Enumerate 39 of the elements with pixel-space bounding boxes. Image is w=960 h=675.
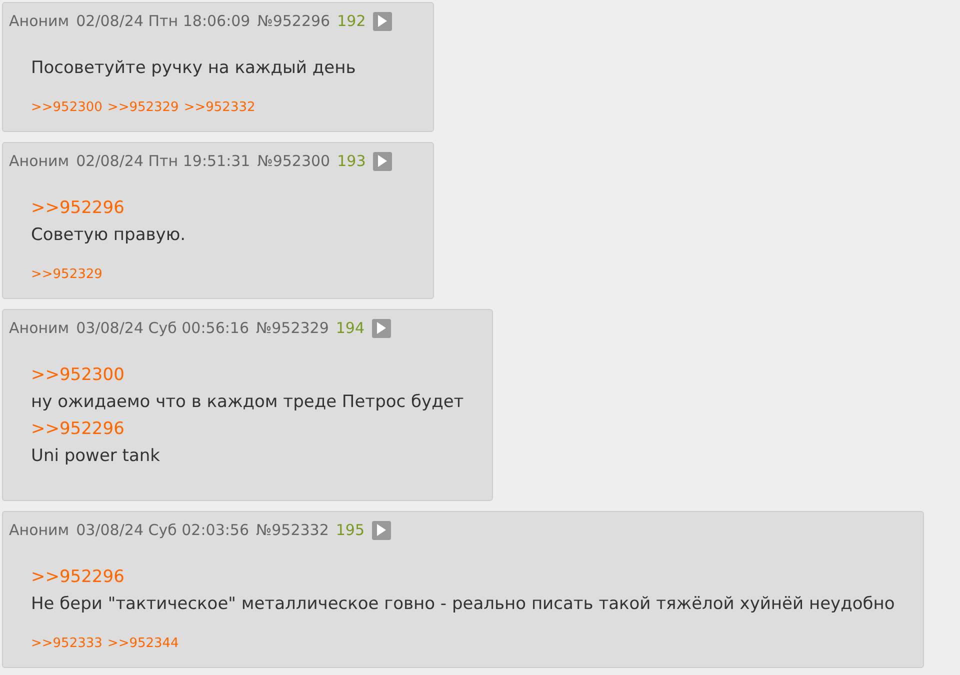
post-author: Аноним bbox=[9, 152, 70, 170]
post-number[interactable]: №952300 bbox=[257, 152, 330, 170]
post-date: 02/08/24 Птн 19:51:31 bbox=[76, 152, 250, 170]
post-author: Аноним bbox=[9, 521, 70, 539]
play-button[interactable] bbox=[372, 152, 392, 170]
post-date: 03/08/24 Суб 00:56:16 bbox=[76, 319, 249, 337]
reply-link[interactable]: >>952296 bbox=[31, 567, 124, 587]
play-icon bbox=[377, 155, 388, 167]
post-author: Аноним bbox=[9, 12, 70, 30]
play-icon bbox=[376, 322, 386, 334]
post-text: ну ожидаемо что в каждом треде Петрос будет bbox=[31, 392, 464, 412]
post-ordinal: 193 bbox=[337, 152, 366, 170]
post-text: Посоветуйте ручку на каждый день bbox=[31, 58, 356, 78]
reply-link[interactable]: >>952296 bbox=[31, 419, 124, 439]
reply-link[interactable]: >>952296 bbox=[31, 198, 124, 218]
post-author: Аноним bbox=[9, 319, 70, 337]
play-button[interactable] bbox=[372, 520, 391, 540]
backlink[interactable]: >>952333 bbox=[31, 636, 102, 651]
backlink[interactable]: >>952300 bbox=[31, 100, 102, 115]
backlink[interactable]: >>952332 bbox=[184, 100, 256, 115]
play-button[interactable] bbox=[372, 318, 391, 338]
post-ordinal: 195 bbox=[336, 521, 365, 539]
backlink[interactable]: >>952329 bbox=[31, 267, 102, 282]
post-number[interactable]: №952332 bbox=[256, 521, 329, 539]
post-ordinal: 194 bbox=[336, 319, 365, 337]
post-date: 03/08/24 Суб 02:03:56 bbox=[76, 521, 249, 539]
backlink[interactable]: >>952329 bbox=[107, 100, 179, 115]
play-button[interactable] bbox=[372, 12, 392, 30]
post-text: Uni power tank bbox=[31, 446, 160, 466]
post-date: 02/08/24 Птн 18:06:09 bbox=[76, 12, 250, 30]
post-ordinal: 192 bbox=[337, 12, 366, 30]
post-number[interactable]: №952296 bbox=[257, 12, 330, 30]
post-text: Советую правую. bbox=[31, 225, 186, 245]
play-icon bbox=[376, 524, 386, 536]
post-number[interactable]: №952329 bbox=[256, 319, 329, 337]
reply-link[interactable]: >>952300 bbox=[31, 365, 124, 385]
post-text: Не бери "тактическое" металлическое говно - реально писать такой тяжёлой хуйнёй неудобно bbox=[31, 594, 895, 614]
backlink[interactable]: >>952344 bbox=[107, 636, 179, 651]
play-icon bbox=[377, 15, 388, 27]
